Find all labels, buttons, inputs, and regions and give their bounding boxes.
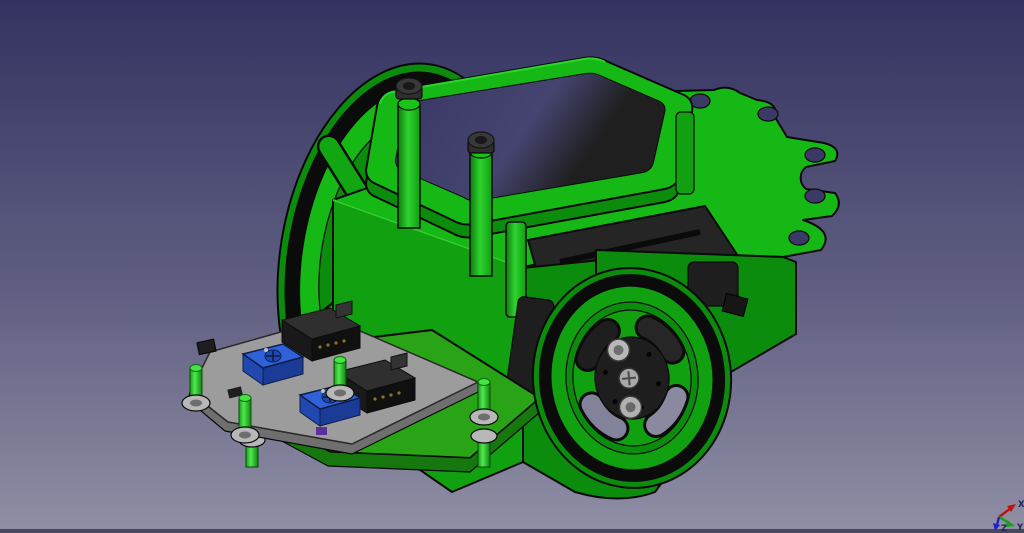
viewport-bottom-edge: [0, 529, 1024, 533]
axis-y-label: Y: [1016, 523, 1024, 533]
cap-screw-2: [468, 132, 494, 153]
cage-right-post: [676, 112, 694, 194]
axis-x-label: X: [1018, 500, 1024, 510]
3d-viewport[interactable]: X Y Z: [0, 0, 1024, 533]
cap-screw-1: [396, 78, 422, 99]
axis-z-label: Z: [1001, 524, 1007, 533]
purple-part: [316, 427, 327, 435]
cad-scene: X Y Z: [0, 0, 1024, 533]
